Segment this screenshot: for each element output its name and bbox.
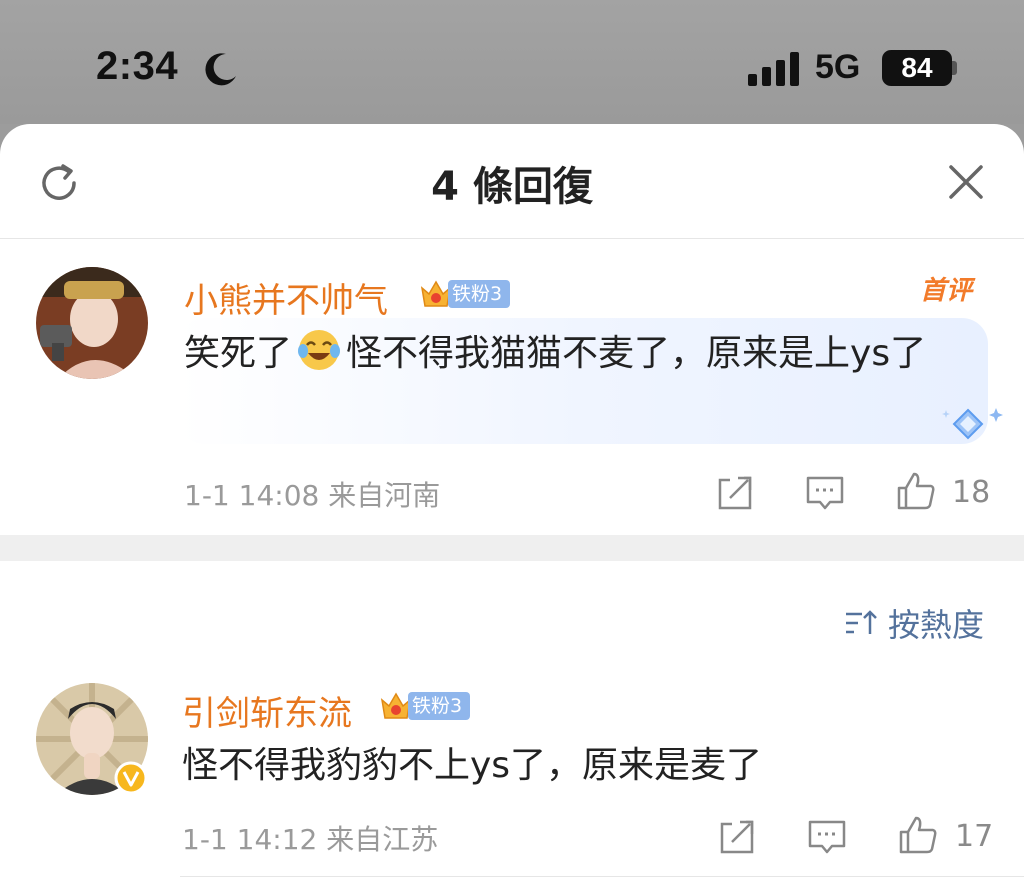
sheet-title: 4 條回復: [431, 164, 593, 210]
comment-time: 1-1 14:12: [182, 823, 318, 856]
avatar[interactable]: [36, 267, 148, 379]
first-comment-badge: 首评: [920, 276, 973, 306]
sheet-header: 4 條回復: [0, 124, 1024, 239]
avatar-image: [36, 267, 148, 379]
comment-location: 来自河南: [328, 479, 441, 512]
fan-badge: 铁粉3: [418, 278, 511, 310]
verified-icon: [114, 761, 148, 795]
bottom-divider: [180, 876, 1024, 877]
comment-username[interactable]: 引剑斩东流: [182, 686, 352, 735]
comment-text-part1: 笑死了: [184, 333, 293, 374]
like-count: 17: [955, 819, 994, 854]
status-bar: 2:34 5G 84: [0, 0, 1024, 124]
sort-label: 按熱度: [888, 606, 985, 644]
comment-text: 怪不得我豹豹不上ys了，原来是麦了: [182, 745, 763, 786]
fan-badge: 铁粉3: [378, 690, 471, 722]
comment-text: 笑死了 怪不得我猫猫不麦了，原来是上ys了: [184, 326, 954, 382]
section-divider: [0, 535, 1024, 561]
like-icon[interactable]: [897, 814, 939, 856]
close-icon[interactable]: [946, 162, 986, 202]
comment-time: 1-1 14:08: [184, 479, 320, 512]
comment-location: 来自江苏: [326, 823, 439, 856]
laughing-emoji-icon: [298, 330, 341, 370]
fan-level-label: 铁粉3: [448, 280, 511, 308]
status-time: 2:34: [96, 44, 179, 88]
moon-icon: [205, 53, 236, 86]
signal-icon: [748, 52, 799, 86]
sparkle-diamond-icon: [942, 408, 1003, 440]
sort-icon: [846, 610, 877, 634]
battery-indicator: 84: [882, 50, 952, 86]
comment-meta: 1-1 14:12 来自江苏: [182, 818, 438, 858]
comment-username[interactable]: 小熊并不帅气: [184, 273, 388, 322]
fan-level-label: 铁粉3: [408, 692, 471, 720]
sort-button[interactable]: 按熱度: [844, 600, 984, 646]
share-icon[interactable]: [716, 816, 758, 858]
battery-cap: [952, 61, 957, 75]
share-icon[interactable]: [714, 472, 756, 514]
like-icon[interactable]: [895, 470, 937, 512]
comment-icon[interactable]: [806, 816, 848, 858]
network-label: 5G: [815, 48, 861, 86]
like-count: 18: [952, 475, 991, 510]
comment-text-part2: 怪不得我猫猫不麦了，原来是上ys了: [346, 333, 927, 374]
comment-icon[interactable]: [804, 472, 846, 514]
comment-meta: 1-1 14:08 来自河南: [184, 474, 440, 514]
